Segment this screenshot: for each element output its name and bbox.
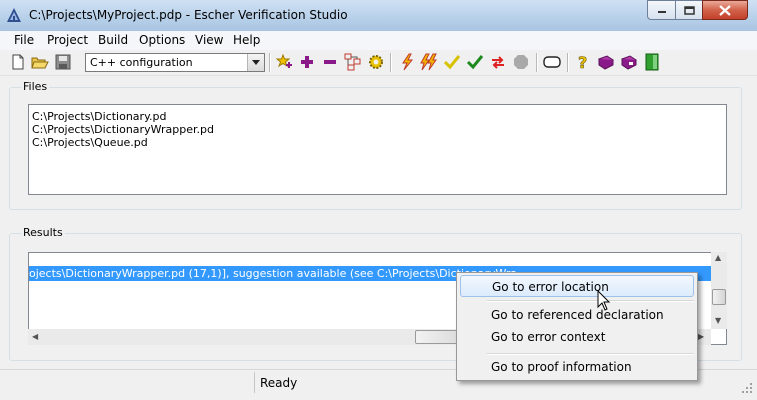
help-button[interactable]: ? (574, 53, 592, 71)
menu-item-go-to-error-context[interactable]: Go to error context (460, 326, 694, 348)
verify-all-icon (420, 53, 437, 71)
minimize-icon (657, 11, 666, 13)
file-item[interactable]: C:\Projects\DictionaryWrapper.pd (32, 123, 214, 136)
toolbar-separator (390, 53, 392, 72)
open-folder-icon (31, 57, 49, 69)
application-window: C:\Projects\MyProject.pdp - Escher Verif… (0, 0, 757, 400)
add-files-button[interactable] (275, 53, 293, 71)
svg-text:?: ? (578, 53, 587, 71)
file-item[interactable]: C:\Projects\Queue.pd (32, 136, 148, 149)
menu-separator (487, 353, 694, 355)
configuration-select[interactable]: C++ configuration (85, 53, 265, 72)
window-title: C:\Projects\MyProject.pdp - Escher Verif… (29, 8, 348, 22)
toolbar-separator (567, 53, 569, 72)
files-label: Files (21, 80, 50, 93)
settings-gear-icon (369, 55, 383, 69)
verify-all-button[interactable] (420, 53, 438, 71)
comment-icon (543, 56, 561, 68)
file-item[interactable]: C:\Projects\Dictionary.pd (32, 110, 166, 123)
title-bar[interactable]: C:\Projects\MyProject.pdp - Escher Verif… (0, 0, 757, 32)
verify-lightning-icon (402, 53, 414, 71)
save-button[interactable] (54, 53, 72, 71)
toolbar: C++ configuration ? (0, 50, 757, 76)
maximize-button[interactable] (675, 0, 703, 20)
menu-file[interactable]: File (14, 33, 34, 47)
minimize-button[interactable] (647, 0, 676, 20)
results-vertical-scrollbar[interactable]: ▲ ▼ (711, 252, 727, 329)
configuration-dropdown-button[interactable] (247, 54, 264, 71)
toolbar-separator (269, 53, 271, 72)
add-files-icon (275, 53, 292, 68)
exit-button[interactable] (643, 53, 661, 71)
add-icon (301, 56, 313, 68)
save-icon (55, 54, 71, 70)
scroll-left-icon[interactable]: ◀ (32, 332, 38, 341)
close-icon (719, 4, 731, 16)
toolbar-separator (536, 53, 538, 72)
menu-item-label: Go to referenced declaration (491, 308, 664, 322)
refresh-button[interactable] (489, 53, 507, 71)
verify-button[interactable] (398, 53, 416, 71)
help-icon: ? (578, 53, 588, 71)
close-button[interactable] (702, 0, 748, 20)
menu-separator (487, 300, 694, 302)
vertical-scroll-thumb[interactable] (712, 289, 726, 305)
confirm-icon (466, 55, 484, 70)
configuration-value: C++ configuration (90, 56, 193, 69)
menu-item-label: Go to error context (491, 330, 606, 344)
remove-button[interactable] (321, 53, 339, 71)
results-label: Results (21, 226, 65, 239)
menu-build[interactable]: Build (98, 33, 128, 47)
scroll-down-icon[interactable]: ▼ (715, 316, 721, 325)
open-button[interactable] (31, 53, 49, 71)
scroll-up-icon[interactable]: ▲ (715, 253, 721, 262)
settings-button[interactable] (367, 53, 385, 71)
mouse-cursor-icon (597, 290, 611, 311)
manual-icon (598, 55, 614, 70)
menu-item-label: Go to error location (492, 280, 609, 294)
maximize-icon (683, 5, 695, 15)
comment-button[interactable] (543, 53, 561, 71)
menu-view[interactable]: View (195, 33, 223, 47)
remove-icon (324, 60, 336, 64)
reference-icon (621, 55, 637, 70)
menu-help[interactable]: Help (233, 33, 260, 47)
check-button[interactable] (443, 53, 461, 71)
menu-item-go-to-referenced-declaration[interactable]: Go to referenced declaration (460, 304, 694, 326)
status-cell (0, 372, 255, 393)
chevron-down-icon (252, 60, 260, 65)
menu-options[interactable]: Options (139, 33, 185, 47)
refresh-icon (492, 56, 504, 69)
dependency-button[interactable] (344, 53, 362, 71)
confirm-button[interactable] (466, 53, 484, 71)
menu-bar: File Project Build Options View Help (0, 31, 757, 51)
manual-button[interactable] (597, 53, 615, 71)
context-menu: Go to error location Go to referenced de… (456, 272, 698, 381)
menu-item-go-to-error-location[interactable]: Go to error location (460, 275, 694, 297)
scroll-right-icon[interactable]: ▶ (698, 332, 704, 341)
menu-item-label: Go to proof information (491, 360, 632, 374)
dependency-icon (344, 53, 361, 71)
stop-button[interactable] (512, 53, 530, 71)
add-button[interactable] (298, 53, 316, 71)
app-logo-icon (7, 8, 21, 22)
menu-project[interactable]: Project (47, 33, 88, 47)
stop-icon (514, 55, 528, 69)
exit-icon (645, 53, 659, 71)
menu-item-go-to-proof-information[interactable]: Go to proof information (460, 356, 694, 378)
new-file-icon (12, 54, 24, 70)
new-file-button[interactable] (9, 53, 27, 71)
resize-grip-icon[interactable] (741, 382, 753, 394)
reference-button[interactable] (620, 53, 638, 71)
check-icon (443, 55, 461, 70)
status-text: Ready (260, 376, 298, 390)
files-list[interactable]: C:\Projects\Dictionary.pd C:\Projects\Di… (28, 104, 727, 195)
